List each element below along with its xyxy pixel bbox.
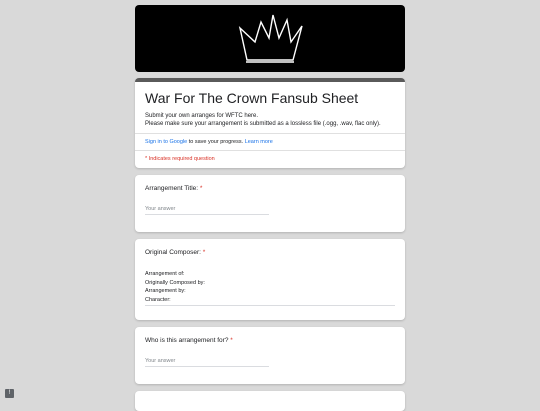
required-star: * bbox=[228, 337, 233, 344]
question-label: Who is this arrangement for? * bbox=[135, 327, 405, 344]
form-container: War For The Crown Fansub Sheet Submit yo… bbox=[135, 5, 405, 411]
form-title: War For The Crown Fansub Sheet bbox=[145, 90, 359, 106]
required-star: * bbox=[201, 249, 206, 256]
description-line-2: Please make sure your arrangement is sub… bbox=[145, 121, 381, 127]
signin-row: Sign in to Google to save your progress.… bbox=[135, 134, 405, 150]
learn-more-link[interactable]: Learn more bbox=[245, 139, 273, 145]
textarea-line: Character: bbox=[145, 296, 171, 303]
question-card-next bbox=[135, 391, 405, 411]
signin-link[interactable]: Sign in to Google bbox=[145, 139, 187, 145]
question-card-original-composer: Original Composer: * Arrangement of: Ori… bbox=[135, 239, 405, 320]
signin-text: to save your progress. bbox=[187, 139, 245, 145]
form-description: Submit your own arranges for WFTC here. … bbox=[135, 106, 405, 128]
question-text: Who is this arrangement for? bbox=[145, 337, 229, 344]
report-icon[interactable]: ! bbox=[5, 389, 14, 398]
arrangement-for-input[interactable]: Your answer bbox=[145, 358, 269, 367]
form-header-card: War For The Crown Fansub Sheet Submit yo… bbox=[135, 78, 405, 168]
textarea-line: Originally Composed by: bbox=[145, 279, 205, 286]
question-text: Arrangement Title: bbox=[145, 185, 199, 192]
question-label: Arrangement Title: * bbox=[135, 175, 405, 192]
crown-icon bbox=[238, 14, 303, 63]
arrangement-title-input[interactable]: Your answer bbox=[145, 206, 269, 215]
required-star: * bbox=[198, 185, 203, 192]
original-composer-textarea[interactable]: Arrangement of: Originally Composed by: … bbox=[145, 270, 395, 306]
textarea-line: Arrangement of: bbox=[145, 271, 185, 277]
question-label: Original Composer: * bbox=[135, 239, 405, 256]
question-text: Original Composer: bbox=[145, 249, 201, 256]
textarea-line: Arrangement by: bbox=[145, 288, 186, 294]
question-card-arrangement-for: Who is this arrangement for? * Your answ… bbox=[135, 327, 405, 384]
required-note: * Indicates required question bbox=[145, 156, 215, 162]
question-card-arrangement-title: Arrangement Title: * Your answer bbox=[135, 175, 405, 232]
header-banner bbox=[135, 5, 405, 72]
description-line-1: Submit your own arranges for WFTC here. bbox=[145, 113, 259, 119]
